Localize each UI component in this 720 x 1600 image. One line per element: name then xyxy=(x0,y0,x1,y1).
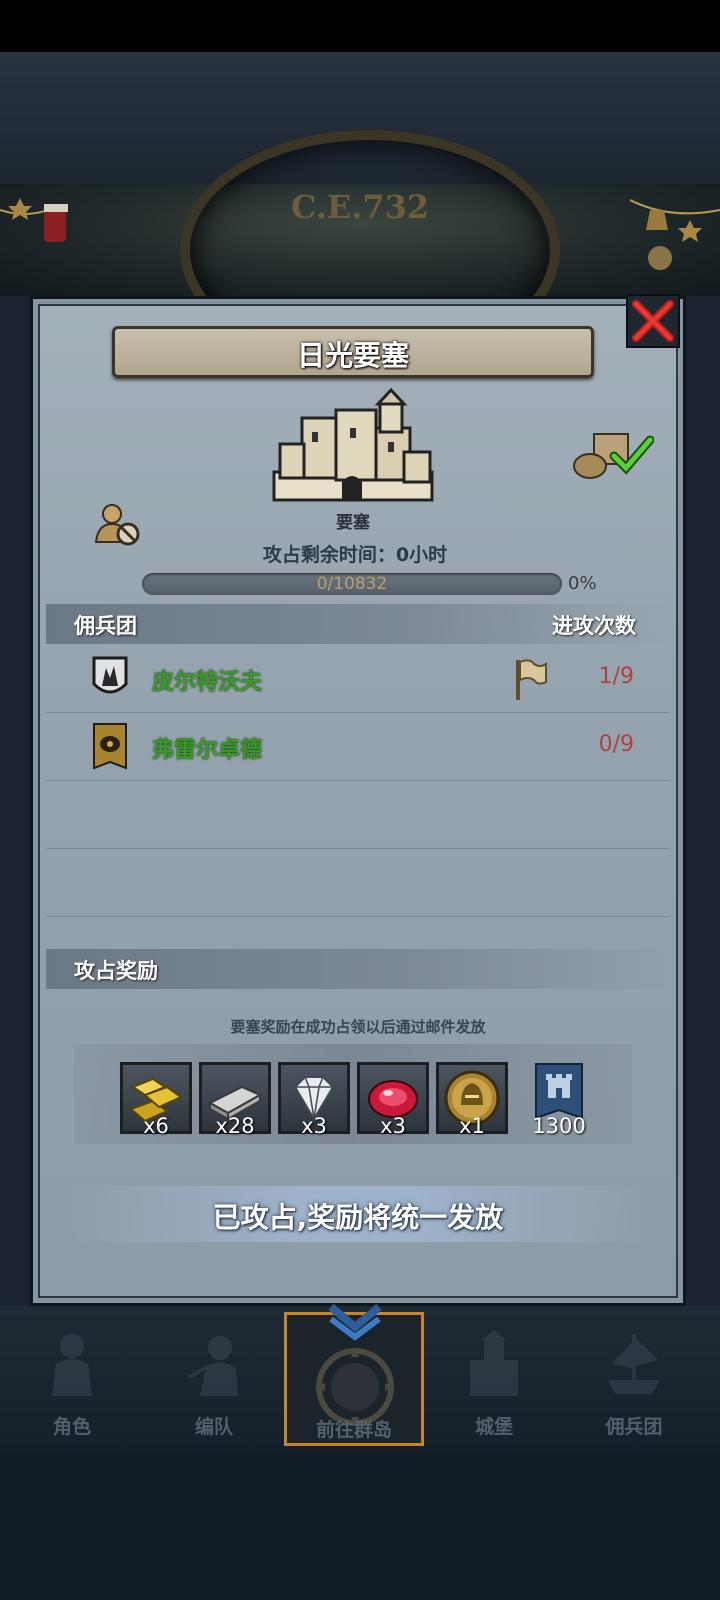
nav-label: 编队 xyxy=(194,1416,233,1438)
status-bar xyxy=(0,0,720,52)
fortress-type-label: 要塞 xyxy=(336,513,370,533)
attack-count: 0/9 xyxy=(598,732,634,757)
knight-icon xyxy=(52,1334,92,1396)
nav-label: 角色 xyxy=(52,1416,91,1438)
row-divider xyxy=(46,848,670,849)
row-divider xyxy=(46,712,670,713)
reward-note: 要塞奖励在成功占领以后通过邮件发放 xyxy=(230,1018,486,1036)
row-divider xyxy=(46,916,670,917)
nav-tab-castle[interactable]: 城堡 xyxy=(424,1312,564,1446)
fortress-castle-icon xyxy=(272,388,434,502)
era-label: C.E.732 xyxy=(290,188,430,226)
christmas-stocking-icon xyxy=(0,198,68,242)
nav-label: 城堡 xyxy=(474,1416,513,1438)
chevron-down-icon xyxy=(328,1303,382,1341)
fortress-title: 日光要塞 xyxy=(296,339,409,372)
attack-count: 1/9 xyxy=(598,664,634,689)
formation-icon xyxy=(188,1336,238,1396)
occupation-progress-percent: 0% xyxy=(568,573,597,594)
reward-quantity: x3 xyxy=(380,1114,406,1138)
nav-label: 佣兵团 xyxy=(605,1416,663,1438)
reward-section-title: 攻占奖励 xyxy=(74,959,158,983)
left-background-strip xyxy=(0,296,30,1306)
mercenary-name: 弗雷尔卓德 xyxy=(152,738,263,763)
shield-crown-icon xyxy=(92,656,128,694)
mercenary-row[interactable]: 弗雷尔卓德 0/9 xyxy=(46,714,670,780)
mercenary-name: 皮尔特沃夫 xyxy=(152,670,263,695)
castle-icon xyxy=(470,1330,518,1396)
ship-icon xyxy=(608,1334,660,1394)
mercenary-row[interactable]: 皮尔特沃夫 1/9 xyxy=(46,646,670,712)
no-occupant-icon xyxy=(94,504,140,546)
reward-quantity: x28 xyxy=(215,1114,255,1138)
mercenary-section-title: 佣兵团 xyxy=(74,614,137,638)
bell-ornament-icon xyxy=(630,199,720,270)
nav-tab-character[interactable]: 角色 xyxy=(2,1312,142,1446)
reward-claimed-icon[interactable] xyxy=(570,428,654,480)
reward-quantity: x1 xyxy=(459,1114,485,1138)
attack-count-title: 进攻次数 xyxy=(552,614,636,638)
reward-quantity: x3 xyxy=(301,1114,327,1138)
reward-quantity: x6 xyxy=(143,1114,169,1138)
close-button[interactable] xyxy=(626,294,680,348)
attack-flag-icon xyxy=(516,659,547,700)
occupation-time-remaining: 攻占剩余时间：0小时 xyxy=(262,544,448,566)
right-background-strip xyxy=(686,296,720,1306)
reward-quantity: 1300 xyxy=(532,1114,586,1138)
close-icon xyxy=(632,300,674,342)
nav-tab-formation[interactable]: 编队 xyxy=(144,1312,284,1446)
status-text: 已攻占,奖励将统一发放 xyxy=(212,1201,504,1234)
eye-banner-icon xyxy=(93,723,127,770)
nav-tab-mercenary[interactable]: 佣兵团 xyxy=(564,1312,704,1446)
nav-label: 前往群岛 xyxy=(315,1419,392,1441)
nav-tab-islands[interactable]: 前往群岛 xyxy=(284,1303,424,1446)
bottom-background xyxy=(0,1452,720,1600)
row-divider xyxy=(46,780,670,781)
occupation-progress-text: 0/10832 xyxy=(316,574,388,594)
